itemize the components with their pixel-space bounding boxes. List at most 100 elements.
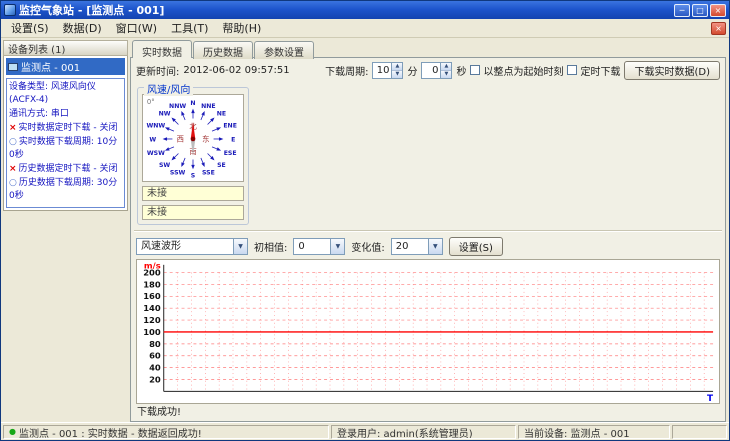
svg-text:SW: SW	[159, 162, 170, 169]
svg-text:NNW: NNW	[169, 103, 186, 110]
whole-hour-checkbox-label: 以整点为起始时刻	[483, 66, 564, 78]
delta-label: 变化值:	[351, 242, 385, 254]
minutes-spinner[interactable]: 10 ▲ ▼	[372, 61, 404, 79]
svg-text:WSW: WSW	[147, 150, 165, 157]
device-info-box: 设备类型: 风速风向仪 (ACFX-4) 通讯方式: 串口 × 实时数据定时下载 …	[6, 78, 125, 209]
window-controls: ─ □ ×	[674, 3, 726, 17]
device-sidebar: 设备列表 (1) 监测点 - 001 设备类型: 风速风向仪 (ACFX-4) …	[1, 38, 129, 422]
error-mark-icon: ×	[9, 123, 17, 134]
chevron-down-icon[interactable]: ▼	[427, 238, 442, 254]
status-bar: ● 监测点 - 001 : 实时数据 - 数据返回成功! 登录用户: admin…	[1, 422, 729, 440]
menu-window[interactable]: 窗口(W)	[109, 19, 164, 37]
svg-text:m/s: m/s	[144, 261, 161, 271]
svg-text:ESE: ESE	[224, 150, 237, 157]
device-name: 监测点 - 001	[21, 63, 81, 74]
svg-text:SSW: SSW	[170, 170, 186, 177]
checkbox-box[interactable]	[470, 65, 481, 75]
svg-text:SE: SE	[217, 162, 226, 169]
update-time-value: 2012-06-02 09:57:51	[183, 64, 290, 76]
menu-tools[interactable]: 工具(T)	[164, 19, 215, 37]
menu-settings[interactable]: 设置(S)	[4, 19, 56, 37]
minutes-value[interactable]: 10	[373, 63, 391, 78]
svg-text:N: N	[190, 100, 195, 107]
device-icon	[8, 62, 18, 71]
realtime-tab-panel: 更新时间: 2012-06-02 09:57:51 下载周期: 10 ▲ ▼ 分…	[130, 57, 726, 422]
svg-text:NE: NE	[217, 111, 226, 118]
wind-speed-value: 未接	[142, 186, 244, 201]
timed-download-checkbox[interactable]: 定时下载	[567, 63, 620, 78]
checkbox-box[interactable]	[567, 65, 578, 75]
svg-text:NNE: NNE	[201, 103, 216, 110]
svg-text:T: T	[707, 394, 713, 403]
svg-text:S: S	[191, 172, 195, 179]
wind-direction-value: 未接	[142, 205, 244, 220]
info-device-type: 设备类型: 风速风向仪 (ACFX-4)	[9, 82, 96, 106]
restore-button[interactable]: □	[692, 3, 708, 17]
spin-up-icon[interactable]: ▲	[441, 62, 452, 71]
statusbar-device: 当前设备: 监测点 - 001	[518, 425, 670, 439]
minimize-button[interactable]: ─	[674, 3, 690, 17]
spin-up-icon[interactable]: ▲	[392, 62, 403, 71]
wind-speed-chart: 20 40 60 80 100 120 140 160 180 200 m/s T	[136, 259, 720, 404]
radio-mark-icon: ○	[9, 178, 17, 189]
download-status-text: 下载成功!	[137, 407, 182, 418]
waveform-select[interactable]: 风速波形 ▼	[136, 237, 248, 255]
device-tree-item[interactable]: 监测点 - 001	[6, 58, 125, 75]
radio-mark-icon: ○	[9, 137, 17, 148]
svg-text:40: 40	[149, 363, 161, 373]
statusbar-grip-panel	[672, 425, 727, 439]
info-realtime-timed: × 实时数据定时下载 - 关闭	[9, 123, 118, 134]
svg-text:120: 120	[143, 315, 161, 325]
download-realtime-button[interactable]: 下载实时数据(D)	[624, 60, 720, 80]
chevron-down-icon[interactable]: ▼	[233, 238, 247, 254]
menu-help[interactable]: 帮助(H)	[215, 19, 268, 37]
statusbar-message-panel: ● 监测点 - 001 : 实时数据 - 数据返回成功!	[3, 425, 329, 439]
wind-compass: 0°NNNENEENEEESESESSESSSWSWWSWWWNWNWNNW北东…	[142, 94, 244, 182]
svg-text:东: 东	[202, 135, 209, 144]
sidebar-header: 设备列表 (1)	[3, 40, 128, 56]
set-button[interactable]: 设置(S)	[448, 236, 503, 256]
phase-label: 初相值:	[254, 242, 288, 254]
svg-text:20: 20	[149, 375, 161, 385]
menu-data[interactable]: 数据(D)	[56, 19, 109, 37]
whole-hour-checkbox[interactable]: 以整点为起始时刻	[470, 63, 563, 78]
svg-text:西: 西	[177, 135, 184, 144]
svg-text:W: W	[149, 136, 156, 143]
tab-realtime-data[interactable]: 实时数据	[132, 40, 192, 59]
svg-text:100: 100	[143, 327, 161, 337]
svg-text:ENE: ENE	[223, 122, 237, 129]
tab-strip: 实时数据 历史数据 参数设置	[130, 40, 726, 59]
svg-text:SSE: SSE	[202, 170, 215, 177]
spin-down-icon[interactable]: ▼	[441, 70, 452, 78]
chevron-down-icon[interactable]: ▼	[330, 238, 345, 254]
delta-select[interactable]: 20 ▼	[390, 237, 443, 255]
info-history-timed: × 历史数据定时下载 - 关闭	[9, 164, 118, 175]
seconds-value[interactable]: 0	[422, 63, 440, 78]
phase-select[interactable]: 0 ▼	[293, 237, 346, 255]
minutes-spin-buttons: ▲ ▼	[391, 62, 403, 78]
tab-parameter-settings[interactable]: 参数设置	[254, 41, 314, 59]
info-history-period: ○ 历史数据下载周期: 30分 0秒	[9, 178, 118, 202]
close-button[interactable]: ×	[710, 3, 726, 17]
minutes-unit-label: 分	[407, 66, 418, 78]
seconds-spinner[interactable]: 0 ▲ ▼	[421, 61, 453, 79]
device-panel: 监测点 - 001 设备类型: 风速风向仪 (ACFX-4) 通讯方式: 串口 …	[3, 56, 128, 212]
spin-down-icon[interactable]: ▼	[392, 70, 403, 78]
tab-history-data[interactable]: 历史数据	[193, 41, 253, 59]
mdi-close-button[interactable]: ×	[711, 21, 726, 35]
svg-text:E: E	[231, 136, 235, 143]
title-bar: 监控气象站 - [监测点 - 001] ─ □ ×	[1, 1, 729, 19]
info-realtime-period: ○ 实时数据下载周期: 10分 0秒	[9, 137, 118, 161]
update-time-label: 更新时间:	[136, 66, 180, 78]
info-comm-mode: 通讯方式: 串口	[9, 109, 69, 120]
main-area: 实时数据 历史数据 参数设置 更新时间: 2012-06-02 09:57:51…	[129, 38, 729, 422]
seconds-unit-label: 秒	[456, 66, 467, 78]
statusbar-user: 登录用户: admin(系统管理员)	[331, 425, 516, 439]
upper-section: 风速/风向 0° N NNE NE ENE E ESE SE SSE S SSW SW WSW W WNW N…	[131, 81, 725, 228]
window-body: 设备列表 (1) 监测点 - 001 设备类型: 风速风向仪 (ACFX-4) …	[1, 38, 729, 422]
svg-text:140: 140	[143, 303, 161, 313]
window-title: 监控气象站 - [监测点 - 001]	[19, 4, 165, 17]
wind-group-box: 风速/风向 0° N NNE NE ENE E ESE SE SSE S SSW SW WSW W WNW N…	[137, 81, 249, 225]
waveform-controls: 风速波形 ▼ 初相值: 0 ▼ 变化值: 20 ▼ 设置(S)	[131, 234, 725, 258]
svg-text:0°: 0°	[147, 98, 155, 106]
